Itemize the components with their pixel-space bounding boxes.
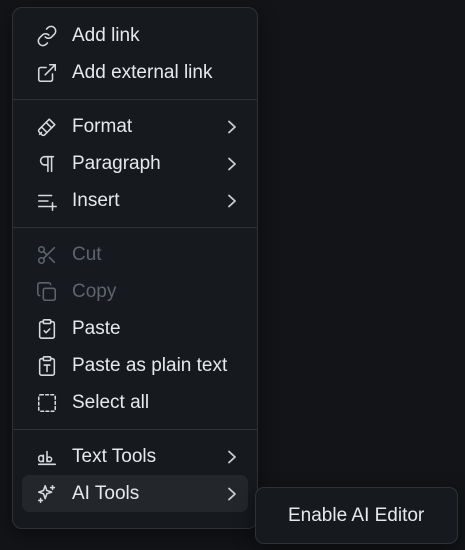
menu-item-label: Format xyxy=(72,115,133,137)
menu-item-insert[interactable]: Insert xyxy=(13,182,257,219)
chevron-right-icon xyxy=(225,120,239,134)
menu-item-label: Add external link xyxy=(72,61,213,83)
menu-item-label: Paste xyxy=(72,317,121,339)
chevron-right-icon xyxy=(225,487,239,501)
chevron-right-icon xyxy=(225,450,239,464)
menu-item-paragraph[interactable]: Paragraph xyxy=(13,145,257,182)
menu-item-select-all[interactable]: Select all xyxy=(13,384,257,421)
menu-item-ai-tools[interactable]: AI Tools xyxy=(22,475,248,512)
menu-item-format[interactable]: Format xyxy=(13,108,257,145)
paintbrush-icon xyxy=(35,115,59,139)
menu-item-label: Insert xyxy=(72,189,120,211)
screen: Add link Add external link Format Paragr… xyxy=(0,0,465,550)
sparkles-icon xyxy=(35,482,59,506)
menu-item-add-external-link[interactable]: Add external link xyxy=(13,54,257,91)
menu-item-enable-ai-editor[interactable]: Enable AI Editor xyxy=(264,496,449,535)
context-menu: Add link Add external link Format Paragr… xyxy=(12,7,258,529)
scissors-icon xyxy=(35,243,59,267)
copy-icon xyxy=(35,280,59,304)
menu-item-label: Copy xyxy=(72,280,117,302)
menu-item-label: Cut xyxy=(72,243,102,265)
dashed-square-icon xyxy=(35,391,59,415)
external-link-icon xyxy=(35,61,59,85)
menu-divider xyxy=(13,227,257,228)
menu-item-paste-plain-text[interactable]: Paste as plain text xyxy=(13,347,257,384)
menu-item-label: Text Tools xyxy=(72,445,157,467)
menu-item-cut[interactable]: Cut xyxy=(13,236,257,273)
list-plus-icon xyxy=(35,189,59,213)
menu-item-label: Add link xyxy=(72,24,140,46)
menu-item-copy[interactable]: Copy xyxy=(13,273,257,310)
text-tools-icon xyxy=(35,445,59,469)
menu-item-add-link[interactable]: Add link xyxy=(13,17,257,54)
menu-divider xyxy=(13,429,257,430)
ai-tools-submenu: Enable AI Editor xyxy=(255,487,458,544)
menu-item-text-tools[interactable]: Text Tools xyxy=(13,438,257,475)
clipboard-check-icon xyxy=(35,317,59,341)
menu-item-label: Paragraph xyxy=(72,152,161,174)
menu-item-paste[interactable]: Paste xyxy=(13,310,257,347)
menu-item-label: Paste as plain text xyxy=(72,354,228,376)
menu-item-label: Enable AI Editor xyxy=(288,504,425,526)
menu-item-label: Select all xyxy=(72,391,150,413)
clipboard-text-icon xyxy=(35,354,59,378)
pilcrow-icon xyxy=(35,152,59,176)
chevron-right-icon xyxy=(225,157,239,171)
link-icon xyxy=(35,24,59,48)
chevron-right-icon xyxy=(225,194,239,208)
menu-divider xyxy=(13,99,257,100)
menu-item-label: AI Tools xyxy=(72,482,140,504)
